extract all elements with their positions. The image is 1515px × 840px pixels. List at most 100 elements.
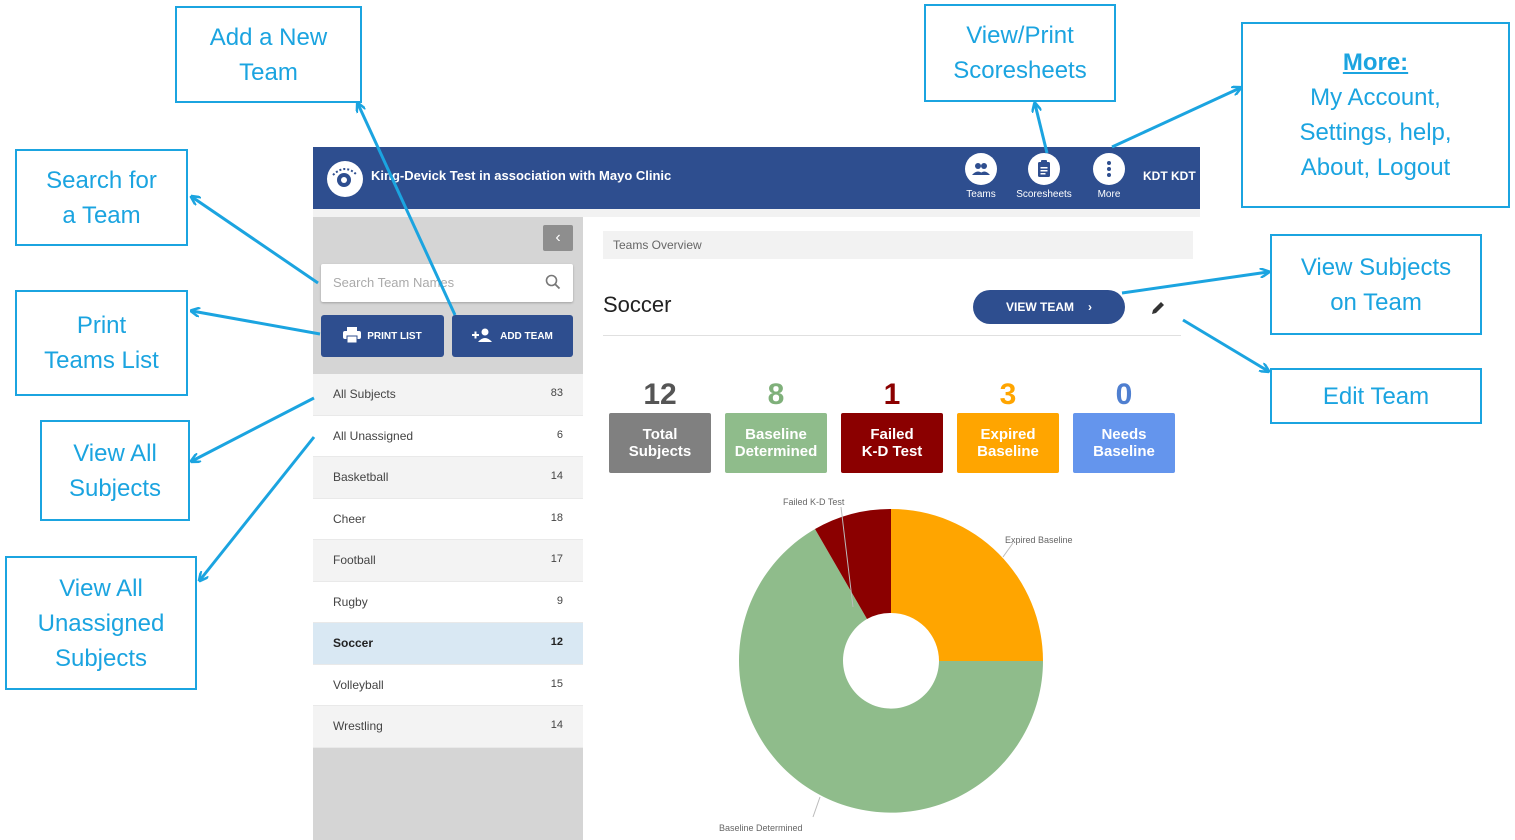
- nav-scoresheets-button[interactable]: Scoresheets: [1014, 153, 1074, 200]
- nav-more-label: More: [1097, 189, 1121, 200]
- print-list-label: PRINT LIST: [367, 330, 422, 342]
- arrow-print: [192, 311, 321, 336]
- topbar-shadow: [313, 209, 1200, 217]
- team-count: 14: [550, 470, 563, 482]
- arrow-view-all: [192, 396, 315, 461]
- view-team-button[interactable]: VIEW TEAM ›: [973, 290, 1125, 324]
- stat-total-subjects: 12 Total Subjects: [609, 377, 711, 473]
- callout-more: More: My Account, Settings, help, About,…: [1241, 22, 1510, 208]
- slice-expired-baseline[interactable]: [891, 509, 1043, 661]
- callout-line: About, Logout: [1300, 154, 1451, 181]
- label-baseline: Baseline Determined: [719, 823, 803, 833]
- callout-view-subjects: View Subjects on Team: [1270, 234, 1482, 335]
- add-person-icon: [472, 328, 494, 345]
- logo-icon: [327, 161, 363, 197]
- stat-label: Baseline: [1093, 443, 1155, 460]
- callout-title: More:: [1342, 49, 1409, 76]
- stat-expired-baseline: 3 Expired Baseline: [957, 377, 1059, 473]
- leader-line: [812, 796, 821, 818]
- callout-line: View All: [73, 439, 157, 467]
- view-team-label: VIEW TEAM: [1006, 300, 1074, 314]
- stat-box: Needs Baseline: [1073, 413, 1175, 473]
- page-title: Soccer: [603, 292, 672, 317]
- callout-line: Settings, help,: [1299, 119, 1452, 146]
- add-team-button[interactable]: ADD TEAM: [452, 315, 573, 357]
- stat-box: Failed K-D Test: [841, 413, 943, 473]
- nav-scoresheets-label: Scoresheets: [1016, 189, 1072, 200]
- printer-icon: [343, 326, 362, 346]
- team-name: All Unassigned: [333, 428, 414, 443]
- list-item-rugby[interactable]: Rugby 9: [313, 581, 583, 623]
- stat-label: Failed: [870, 426, 914, 443]
- team-count: 9: [556, 594, 563, 607]
- callout-line: View/Print: [966, 22, 1074, 49]
- callout-line: Add a New: [209, 23, 328, 51]
- edit-pencil-icon[interactable]: [1150, 300, 1166, 321]
- print-list-button[interactable]: PRINT LIST: [321, 315, 444, 357]
- add-team-label: ADD TEAM: [500, 330, 553, 342]
- list-item-soccer[interactable]: Soccer 12: [313, 623, 583, 665]
- team-count: 83: [550, 387, 563, 399]
- more-vert-icon: [1093, 153, 1125, 185]
- list-item-volleyball[interactable]: Volleyball 15: [313, 664, 583, 706]
- collapse-sidebar-button[interactable]: ‹: [543, 225, 573, 251]
- team-count: 14: [550, 719, 563, 731]
- callout-scoresheets: View/Print Scoresheets: [924, 4, 1116, 102]
- top-bar: King-Devick Test in association with May…: [313, 147, 1200, 209]
- arrow-unassigned: [200, 436, 316, 580]
- people-icon: [965, 153, 997, 185]
- list-item-all-unassigned[interactable]: All Unassigned 6: [313, 415, 583, 457]
- divider: [603, 335, 1181, 336]
- nav-teams-button[interactable]: Teams: [951, 153, 1011, 200]
- nav-more-button[interactable]: More: [1079, 153, 1139, 200]
- stat-value: 1: [883, 378, 901, 411]
- callout-line: Subjects: [68, 474, 162, 502]
- search-input[interactable]: [331, 274, 535, 291]
- list-item-wrestling[interactable]: Wrestling 14: [313, 706, 583, 748]
- team-name: Rugby: [333, 594, 368, 609]
- callout-line: Team: [239, 58, 298, 86]
- stat-baseline-determined: 8 Baseline Determined: [725, 377, 827, 473]
- label-expired: Expired Baseline: [1005, 535, 1073, 545]
- stat-label: Total: [642, 426, 678, 443]
- team-name: All Subjects: [333, 387, 396, 401]
- stat-value: 8: [767, 378, 785, 411]
- callout-line: Search for: [46, 166, 157, 194]
- callout-line: Teams List: [44, 347, 159, 374]
- stat-label: K-D Test: [861, 443, 923, 460]
- main-panel: Teams Overview Soccer VIEW TEAM › 12 Tot…: [583, 217, 1200, 840]
- callout-line: Scoresheets: [953, 57, 1087, 84]
- callout-print: Print Teams List: [15, 290, 188, 396]
- stat-label: Baseline: [745, 426, 807, 443]
- list-item-basketball[interactable]: Basketball 14: [313, 457, 583, 499]
- stat-value: 3: [999, 378, 1017, 411]
- clipboard-icon: [1028, 153, 1060, 185]
- sidebar: ‹ PRINT LIST ADD TEAM All Subjects 83 All…: [313, 217, 583, 840]
- search-icon[interactable]: [545, 274, 561, 295]
- callout-view-all-subjects: View All Subjects: [40, 420, 190, 521]
- stat-label: Determined: [734, 443, 818, 460]
- team-count: 15: [550, 677, 563, 690]
- user-name[interactable]: KDT KDT: [1143, 169, 1196, 183]
- chevron-left-icon: ‹: [555, 229, 561, 246]
- stat-failed-kd-test: 1 Failed K-D Test: [841, 377, 943, 473]
- team-name: Football: [333, 553, 376, 567]
- list-item-all-subjects[interactable]: All Subjects 83: [313, 374, 583, 416]
- callout-line: Subjects: [54, 644, 148, 672]
- status-donut-chart: Failed K-D Test Expired Baseline Baselin…: [719, 497, 1073, 833]
- stat-label: Needs: [1101, 426, 1147, 443]
- stat-label: Baseline: [977, 443, 1039, 460]
- team-name: Wrestling: [333, 719, 383, 733]
- list-item-football[interactable]: Football 17: [313, 540, 583, 582]
- callout-line: View Subjects: [1300, 253, 1452, 281]
- nav-teams-label: Teams: [966, 189, 996, 200]
- app-window: King-Devick Test in association with May…: [313, 147, 1200, 840]
- stat-box: Total Subjects: [609, 413, 711, 473]
- team-count: 17: [550, 553, 563, 565]
- breadcrumb[interactable]: Teams Overview: [603, 231, 1193, 259]
- stat-box: Expired Baseline: [957, 413, 1059, 473]
- list-item-cheer[interactable]: Cheer 18: [313, 498, 583, 540]
- arrow-search: [192, 197, 319, 285]
- chevron-right-icon: ›: [1088, 300, 1092, 314]
- team-name: Volleyball: [333, 677, 384, 692]
